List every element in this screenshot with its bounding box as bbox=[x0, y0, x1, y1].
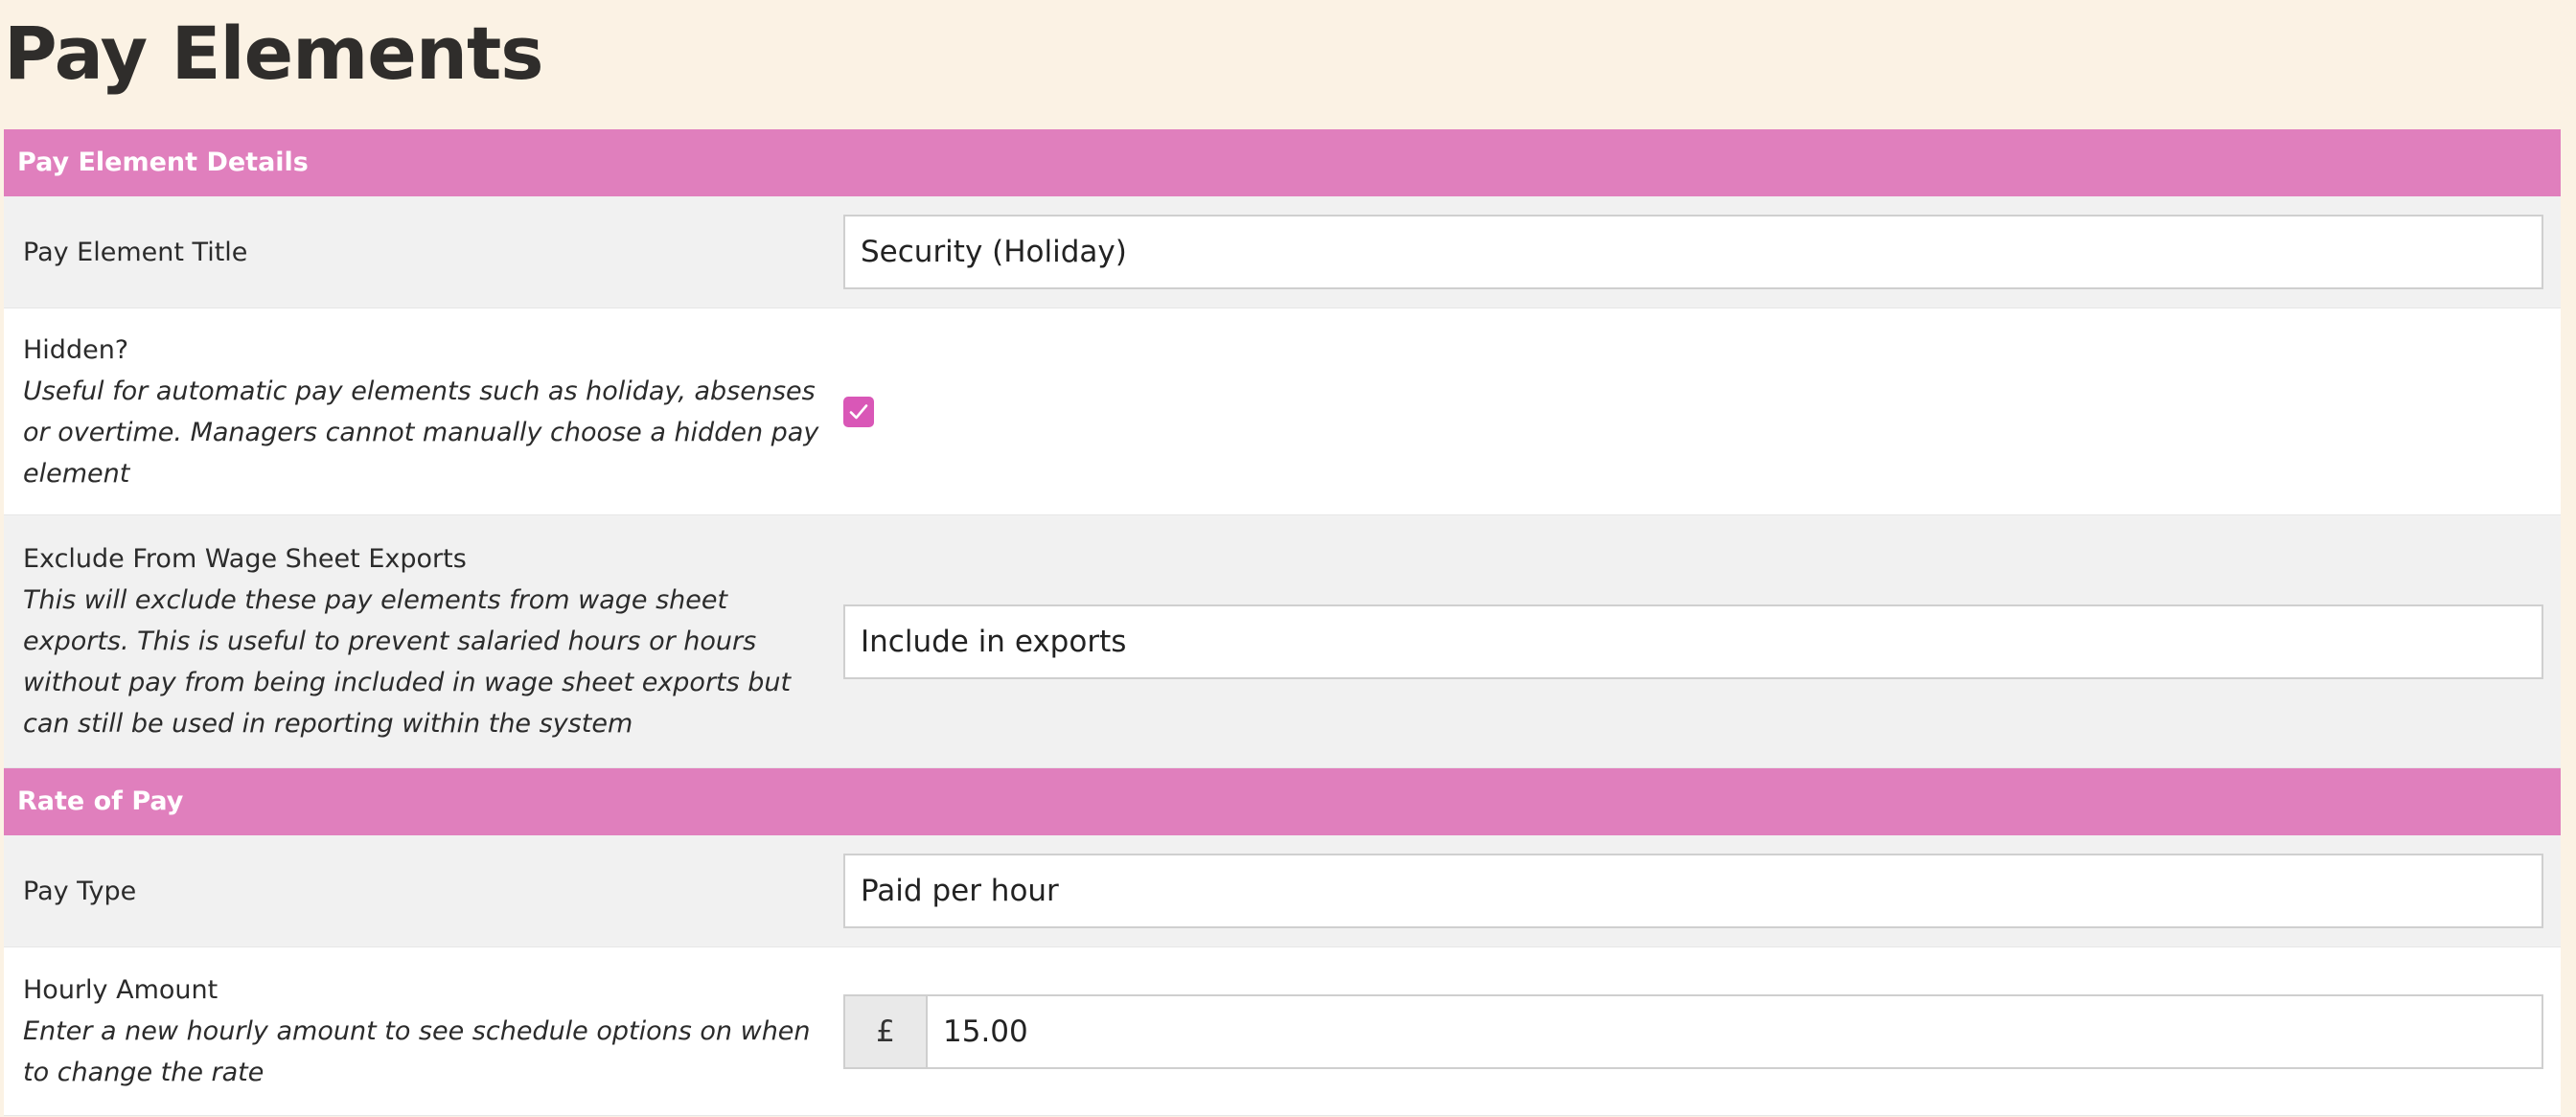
pay-element-title-row: Pay Element Title bbox=[4, 196, 2561, 308]
label-column: Exclude From Wage Sheet Exports This wil… bbox=[4, 538, 843, 744]
exclude-exports-select[interactable]: Include in exports bbox=[843, 604, 2543, 679]
exclude-exports-row: Exclude From Wage Sheet Exports This wil… bbox=[4, 515, 2561, 768]
input-column: Paid per hour bbox=[843, 854, 2561, 928]
hidden-row: Hidden? Useful for automatic pay element… bbox=[4, 308, 2561, 515]
hourly-amount-help-text: Enter a new hourly amount to see schedul… bbox=[23, 1016, 811, 1087]
pay-element-title-label: Pay Element Title bbox=[23, 237, 248, 267]
label-column: Hourly Amount Enter a new hourly amount … bbox=[4, 969, 843, 1093]
exclude-exports-help-text: This will exclude these pay elements fro… bbox=[23, 585, 792, 739]
pay-element-form: Pay Element Details Pay Element Title Hi… bbox=[4, 129, 2561, 1116]
label-column: Pay Type bbox=[4, 871, 843, 912]
section-header-details: Pay Element Details bbox=[4, 129, 2561, 196]
currency-symbol: £ bbox=[845, 995, 928, 1067]
section-header-rate: Rate of Pay bbox=[4, 768, 2561, 835]
hidden-checkbox[interactable] bbox=[843, 396, 874, 427]
pay-type-label: Pay Type bbox=[23, 876, 137, 906]
pay-element-title-input[interactable] bbox=[843, 215, 2543, 289]
hourly-amount-row: Hourly Amount Enter a new hourly amount … bbox=[4, 947, 2561, 1116]
hidden-help-text: Useful for automatic pay elements such a… bbox=[23, 376, 819, 489]
pay-type-row: Pay Type Paid per hour bbox=[4, 835, 2561, 947]
label-column: Hidden? Useful for automatic pay element… bbox=[4, 330, 843, 494]
hourly-amount-input-group: £ bbox=[843, 993, 2543, 1069]
pay-type-select[interactable]: Paid per hour bbox=[843, 854, 2543, 928]
hourly-amount-input[interactable] bbox=[928, 995, 2542, 1067]
hidden-label: Hidden? bbox=[23, 334, 129, 365]
page-title: Pay Elements bbox=[4, 11, 544, 96]
input-column: Include in exports bbox=[843, 604, 2561, 679]
input-column bbox=[843, 396, 2561, 427]
input-column: £ bbox=[843, 993, 2561, 1069]
input-column bbox=[843, 215, 2561, 289]
checkmark-icon bbox=[849, 403, 868, 419]
hourly-amount-label: Hourly Amount bbox=[23, 975, 218, 1005]
label-column: Pay Element Title bbox=[4, 232, 843, 273]
exclude-exports-label: Exclude From Wage Sheet Exports bbox=[23, 544, 467, 574]
